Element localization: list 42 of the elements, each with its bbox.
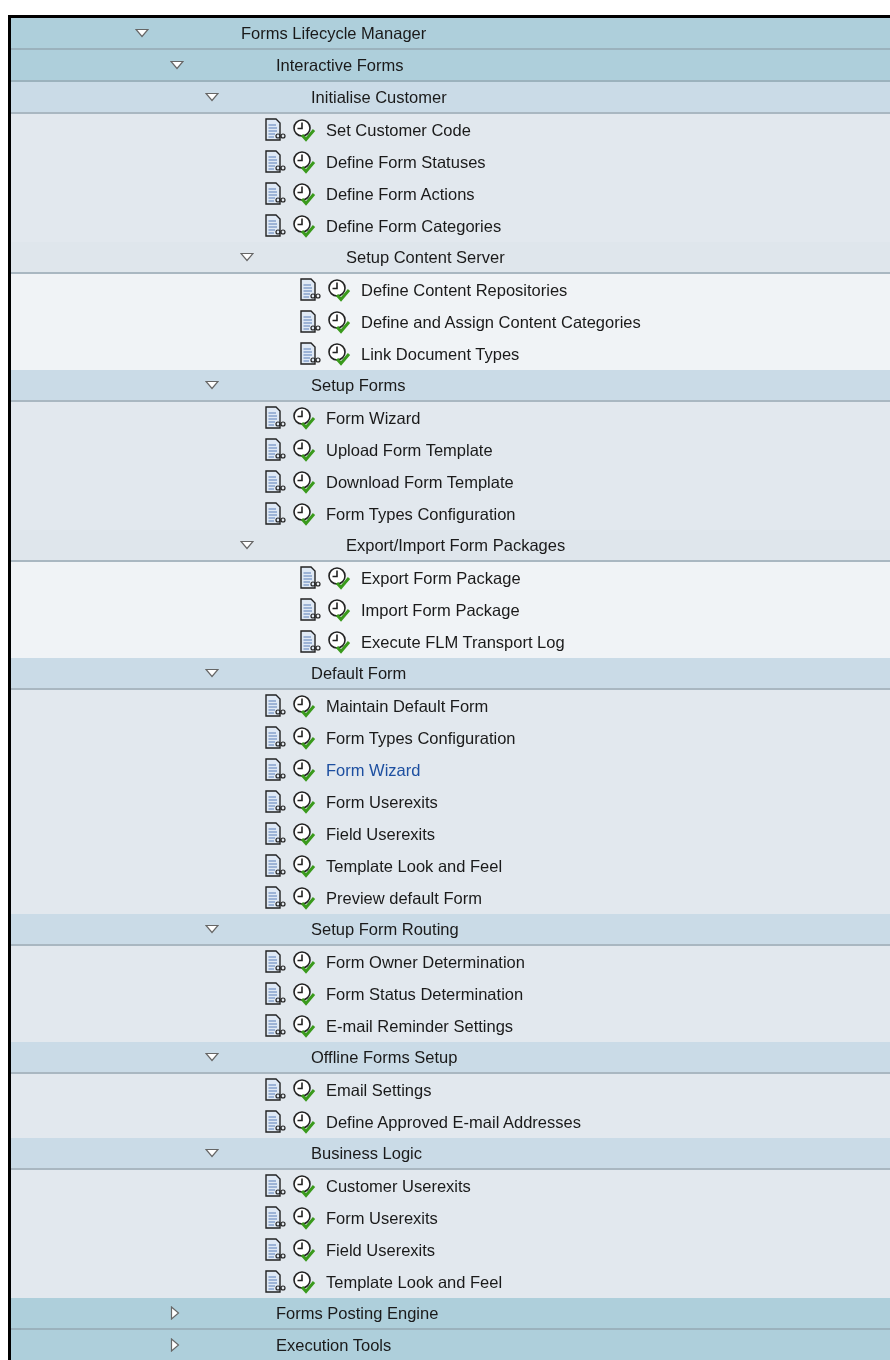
tree-node-label[interactable]: Interactive Forms: [276, 55, 404, 75]
tree-node-label[interactable]: Forms Lifecycle Manager: [241, 23, 427, 43]
activity-link[interactable]: Form Wizard: [326, 760, 421, 780]
activity-link[interactable]: Define and Assign Content Categories: [361, 312, 641, 332]
tree-node-label[interactable]: Setup Form Routing: [311, 919, 459, 939]
tree-node-label[interactable]: Setup Forms: [311, 375, 406, 395]
tree-node-label[interactable]: Default Form: [311, 663, 407, 683]
activity-link[interactable]: Form Userexits: [326, 1208, 438, 1228]
activity-link[interactable]: Export Form Package: [361, 568, 521, 588]
activity-link[interactable]: Define Form Categories: [326, 216, 502, 236]
activity-link[interactable]: Form Owner Determination: [326, 952, 525, 972]
tree-node-label[interactable]: Offline Forms Setup: [311, 1047, 458, 1067]
activity-link[interactable]: Form Types Configuration: [326, 504, 516, 524]
activity-link[interactable]: Define Form Statuses: [326, 152, 486, 172]
activity-link[interactable]: Template Look and Feel: [326, 1272, 503, 1292]
activity-link[interactable]: Form Userexits: [326, 792, 438, 812]
activity-link[interactable]: E-mail Reminder Settings: [326, 1016, 514, 1036]
activity-link[interactable]: Preview default Form: [326, 888, 482, 908]
tree-node-label[interactable]: Forms Posting Engine: [276, 1303, 439, 1323]
activity-link[interactable]: Download Form Template: [326, 472, 514, 492]
activity-link[interactable]: Field Userexits: [326, 1240, 436, 1260]
tree-node-label[interactable]: Setup Content Server: [346, 247, 505, 267]
tree-node-label[interactable]: Execution Tools: [276, 1335, 392, 1355]
activity-link[interactable]: Email Settings: [326, 1080, 432, 1100]
tree-node-label[interactable]: Export/Import Form Packages: [346, 535, 566, 555]
activity-link[interactable]: Define Content Repositories: [361, 280, 568, 300]
activity-link[interactable]: Customer Userexits: [326, 1176, 471, 1196]
activity-link[interactable]: Link Document Types: [361, 344, 520, 364]
activity-link[interactable]: Define Form Actions: [326, 184, 475, 204]
activity-link[interactable]: Define Approved E-mail Addresses: [326, 1112, 581, 1132]
tree-node-label[interactable]: Business Logic: [311, 1143, 422, 1163]
activity-link[interactable]: Maintain Default Form: [326, 696, 489, 716]
activity-link[interactable]: Import Form Package: [361, 600, 520, 620]
activity-link[interactable]: Form Types Configuration: [326, 728, 516, 748]
activity-link[interactable]: Execute FLM Transport Log: [361, 632, 565, 652]
activity-link[interactable]: Template Look and Feel: [326, 856, 503, 876]
activity-link[interactable]: Form Wizard: [326, 408, 421, 428]
tree-node-label[interactable]: Initialise Customer: [311, 87, 447, 107]
activity-link[interactable]: Form Status Determination: [326, 984, 524, 1004]
activity-link[interactable]: Upload Form Template: [326, 440, 493, 460]
activity-link[interactable]: Field Userexits: [326, 824, 436, 844]
activity-link[interactable]: Set Customer Code: [326, 120, 471, 140]
